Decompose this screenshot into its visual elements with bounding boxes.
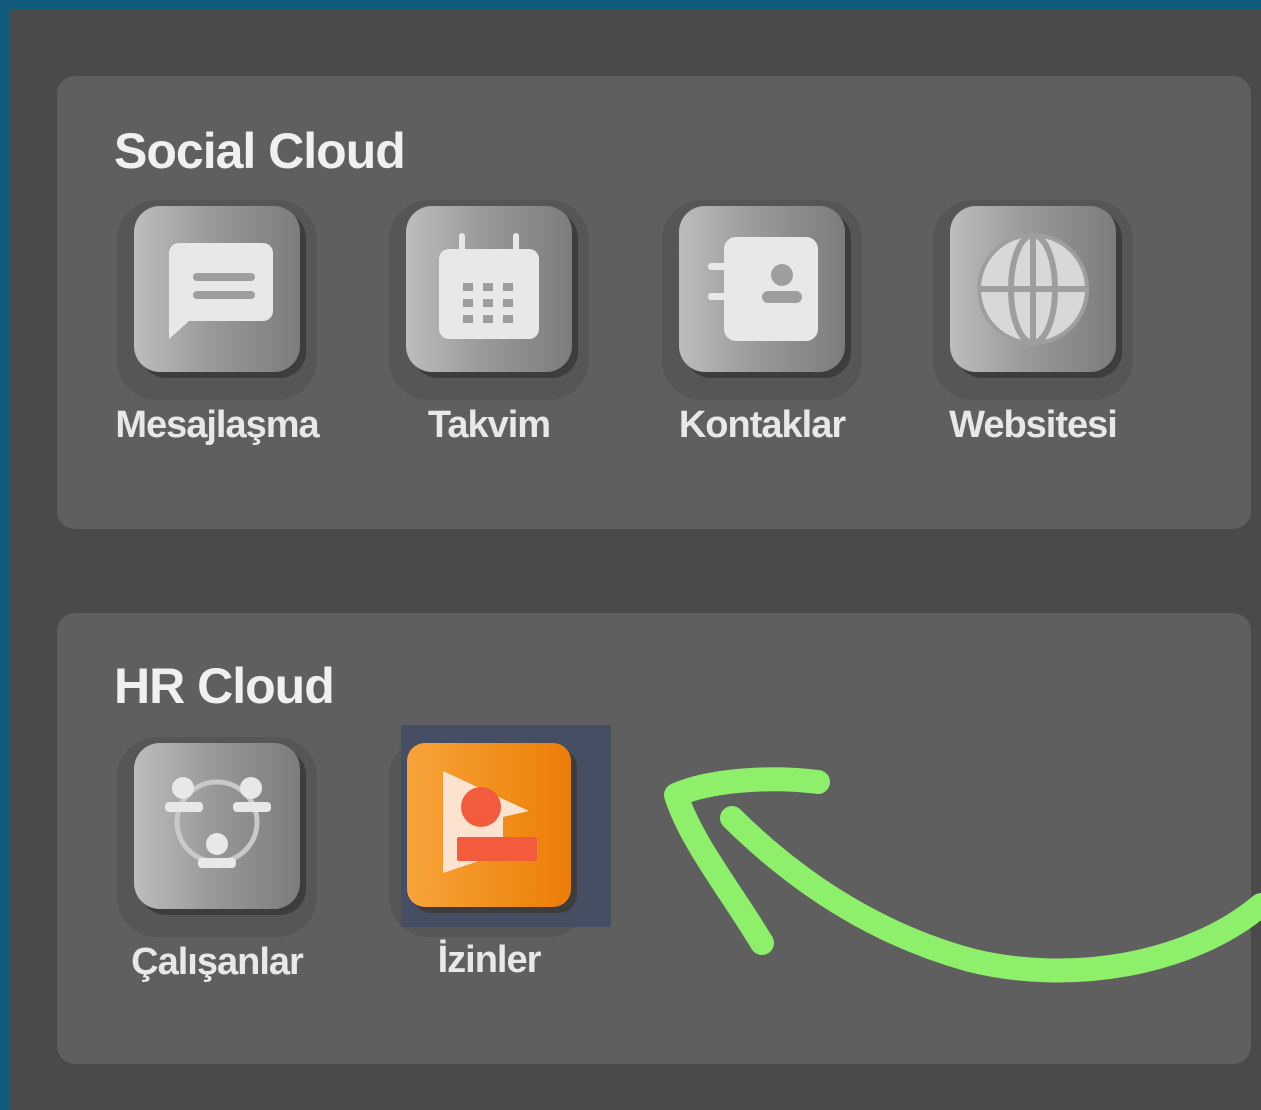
section-title: Social Cloud: [114, 123, 406, 179]
app-launcher: Social Cloud Mesajlaşma Takvim Kontaklar…: [10, 10, 1261, 1110]
app-label: Çalışanlar: [131, 941, 304, 983]
app-leaves[interactable]: İzinler: [369, 725, 611, 982]
app-label: İzinler: [437, 939, 542, 981]
app-label: Kontaklar: [678, 404, 846, 446]
app-label: Takvim: [427, 404, 551, 446]
social-cloud-section: Social Cloud Mesajlaşma Takvim Kontaklar…: [57, 76, 1251, 529]
app-calendar[interactable]: Takvim: [369, 200, 609, 447]
app-messaging[interactable]: Mesajlaşma: [97, 200, 337, 447]
app-website[interactable]: Websitesi: [913, 200, 1153, 447]
app-label: Websitesi: [949, 404, 1118, 446]
message-icon[interactable]: [134, 206, 300, 372]
app-label: Mesajlaşma: [115, 404, 319, 446]
section-title: HR Cloud: [114, 658, 335, 714]
app-contacts[interactable]: Kontaklar: [642, 200, 882, 447]
contacts-icon[interactable]: [679, 206, 845, 372]
org-chart-icon[interactable]: [134, 743, 300, 909]
hr-cloud-section: HR Cloud Çalışanlar İzinler: [57, 613, 1251, 1064]
calendar-icon[interactable]: [406, 206, 572, 372]
leave-icon[interactable]: [407, 743, 571, 907]
globe-icon[interactable]: [950, 206, 1116, 372]
app-employees[interactable]: Çalışanlar: [97, 737, 337, 984]
